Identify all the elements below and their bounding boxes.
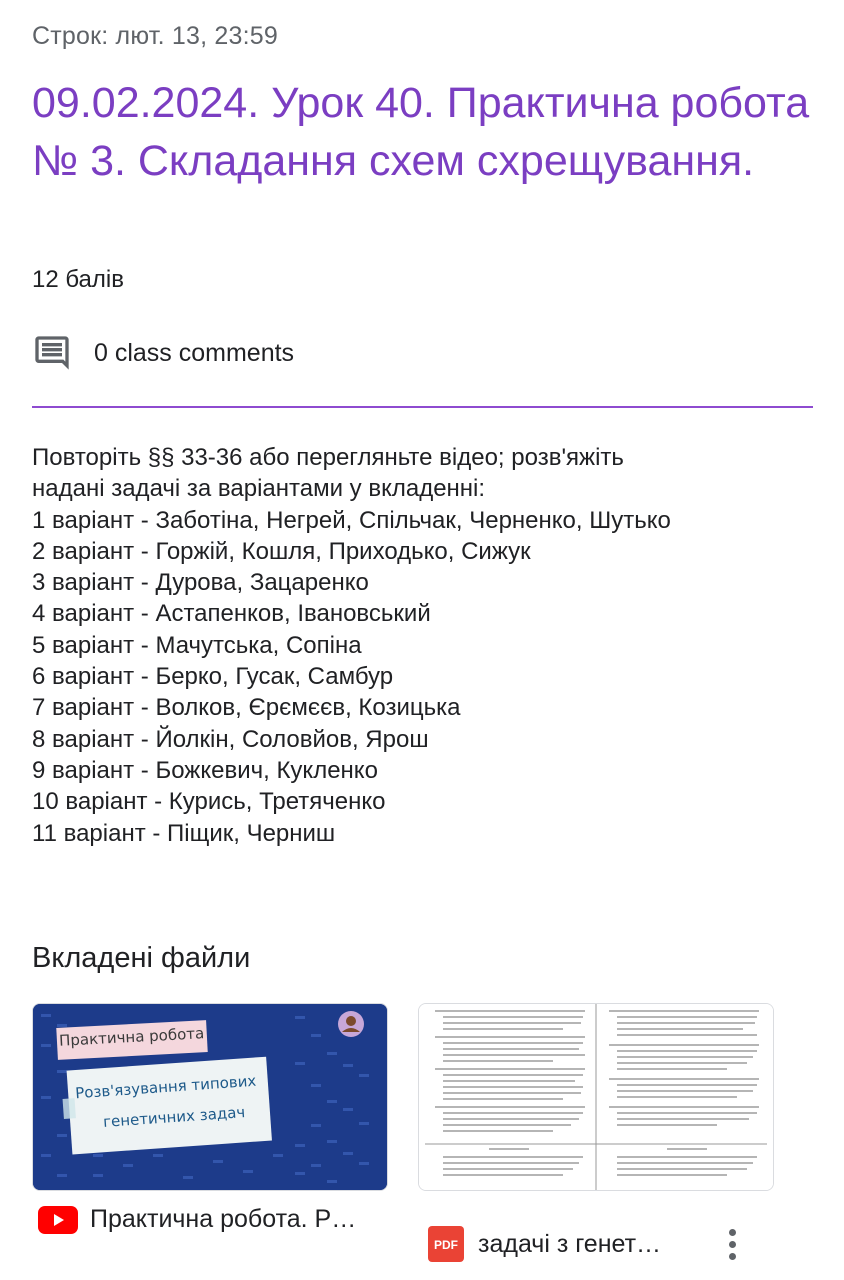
more-options-button[interactable] xyxy=(718,1222,746,1266)
description-line: 9 варіант - Божкевич, Кукленко xyxy=(32,756,378,784)
more-dot xyxy=(728,1252,736,1260)
attachments-heading: Вкладені файли xyxy=(32,942,251,974)
assignment-description: Повторіть §§ 33-36 або перегляньте відео… xyxy=(32,442,822,849)
due-date: Строк: лют. 13, 23:59 xyxy=(32,22,278,50)
description-line: 1 варіант - Заботіна, Негрей, Спільчак, … xyxy=(32,506,671,534)
youtube-attachment-card[interactable]: Практична робота Розв'язування типових г… xyxy=(32,1003,388,1191)
youtube-attachment-name[interactable]: Практична робота. Р… xyxy=(38,1205,356,1234)
description-line: 7 варіант - Волков, Єрємєєв, Козицька xyxy=(32,694,461,722)
pdf-thumbnail[interactable] xyxy=(418,1003,774,1191)
comment-icon xyxy=(32,331,76,375)
pdf-attachment-card[interactable] xyxy=(418,1003,774,1191)
youtube-icon xyxy=(38,1205,78,1234)
description-line: 5 варіант - Мачутська, Сопіна xyxy=(32,631,362,659)
description-line: Повторіть §§ 33-36 або перегляньте відео… xyxy=(32,444,624,471)
more-dot xyxy=(728,1240,736,1248)
description-line: 6 варіант - Берко, Гусак, Самбур xyxy=(32,663,394,691)
pdf-attachment-title: задачі з генет… xyxy=(478,1229,662,1258)
description-line: 11 варіант - Піщик, Черниш xyxy=(32,819,336,847)
pdf-thumbnail-art xyxy=(419,1004,773,1190)
pdf-attachment-name[interactable]: PDF задачі з генет… xyxy=(428,1226,661,1262)
youtube-attachment-title: Практична робота. Р… xyxy=(90,1205,357,1233)
class-comments-label: 0 class comments xyxy=(94,338,295,367)
video-thumbnail[interactable]: Практична робота Розв'язування типових г… xyxy=(32,1003,388,1191)
description-line: надані задачі за варіантами у вкладенні: xyxy=(32,475,486,503)
description-line: 8 варіант - Йолкін, Соловйов, Ярош xyxy=(32,725,429,753)
pdf-icon-badge: PDF xyxy=(434,1238,458,1252)
assignment-points: 12 балів xyxy=(32,266,124,293)
description-line: 3 варіант - Дурова, Зацаренко xyxy=(32,569,369,597)
description-line: 10 варіант - Курись, Третяченко xyxy=(32,788,386,816)
more-dot xyxy=(728,1228,736,1236)
divider xyxy=(32,406,813,408)
description-line: 4 варіант - Астапенков, Івановський xyxy=(32,600,431,628)
pdf-icon: PDF xyxy=(428,1226,464,1262)
class-comments-button[interactable]: 0 class comments xyxy=(32,330,294,376)
description-line: 2 варіант - Горжій, Кошля, Приходько, Си… xyxy=(32,537,531,565)
assignment-title: 09.02.2024. Урок 40. Практична робота № … xyxy=(32,79,810,185)
